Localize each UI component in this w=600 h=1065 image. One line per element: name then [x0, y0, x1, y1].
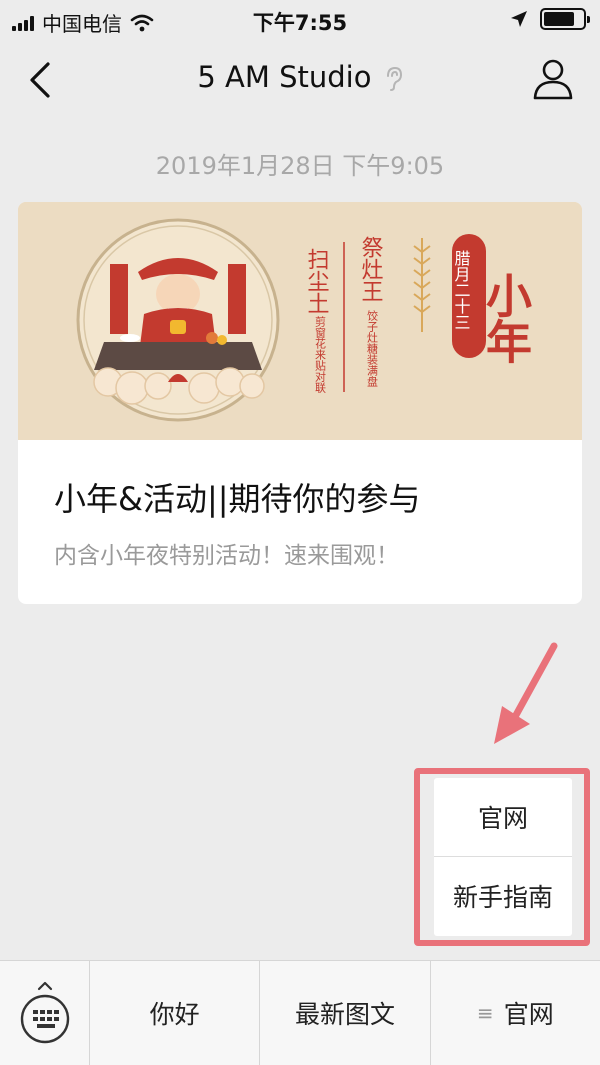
menu-tab-hello[interactable]: 你好	[90, 961, 261, 1065]
bottom-menu-bar: 你好 最新图文 ≡ 官网	[0, 960, 600, 1065]
submenu-item-guide[interactable]: 新手指南	[434, 857, 572, 935]
menu-tab-label: 官网	[503, 1000, 554, 1029]
cover-big-title: 小年	[479, 272, 533, 364]
menu-tab-latest-articles[interactable]: 最新图文	[260, 961, 431, 1065]
article-card[interactable]: 扫尘土 剪窗花来贴对联 祭灶王 饺子灶糖装满盘 腊月二十三 小年 小年&活动||…	[18, 202, 582, 604]
submenu-popup: 官网 新手指南	[434, 778, 572, 936]
annotation-arrow-icon	[494, 642, 558, 744]
status-bar: 中国电信 下午7:55	[0, 0, 600, 40]
submenu-item-website[interactable]: 官网	[434, 778, 572, 856]
article-title: 小年&活动||期待你的参与	[54, 480, 421, 518]
cover-text-col1-sub: 剪窗花来贴对联	[314, 315, 327, 394]
cover-text-col2-sub: 饺子灶糖装满盘	[366, 309, 379, 387]
menu-tab-label: 最新图文	[294, 1000, 395, 1029]
page-title: 5 AM Studio	[197, 60, 372, 94]
article-cover-image: 扫尘土 剪窗花来贴对联 祭灶王 饺子灶糖装满盘 腊月二十三 小年	[18, 202, 582, 440]
menu-tab-website[interactable]: ≡ 官网	[431, 961, 600, 1065]
message-timestamp: 2019年1月28日 下午9:05	[155, 152, 445, 180]
cover-text-col1-title: 扫尘土	[304, 248, 330, 314]
keyboard-icon	[20, 981, 69, 1044]
cover-date-label: 腊月二十三	[452, 250, 471, 330]
keyboard-toggle-button[interactable]	[0, 961, 90, 1065]
article-description: 内含小年夜特别活动！速来围观！	[54, 543, 399, 569]
nav-bar: 5 AM Studio	[0, 40, 600, 120]
cover-text-col2-title: 祭灶王	[358, 236, 384, 302]
battery-icon	[540, 8, 590, 30]
menu-tab-label: 你好	[149, 1000, 200, 1029]
person-icon[interactable]	[530, 56, 576, 102]
ear-icon	[386, 66, 402, 91]
cover-illustration: 扫尘土 剪窗花来贴对联 祭灶王 饺子灶糖装满盘 腊月二十三 小年	[18, 202, 582, 440]
location-arrow-icon	[511, 11, 527, 27]
status-right	[510, 8, 590, 30]
menu-lines-icon: ≡	[476, 1001, 494, 1025]
nav-title-group: 5 AM Studio	[0, 60, 600, 94]
